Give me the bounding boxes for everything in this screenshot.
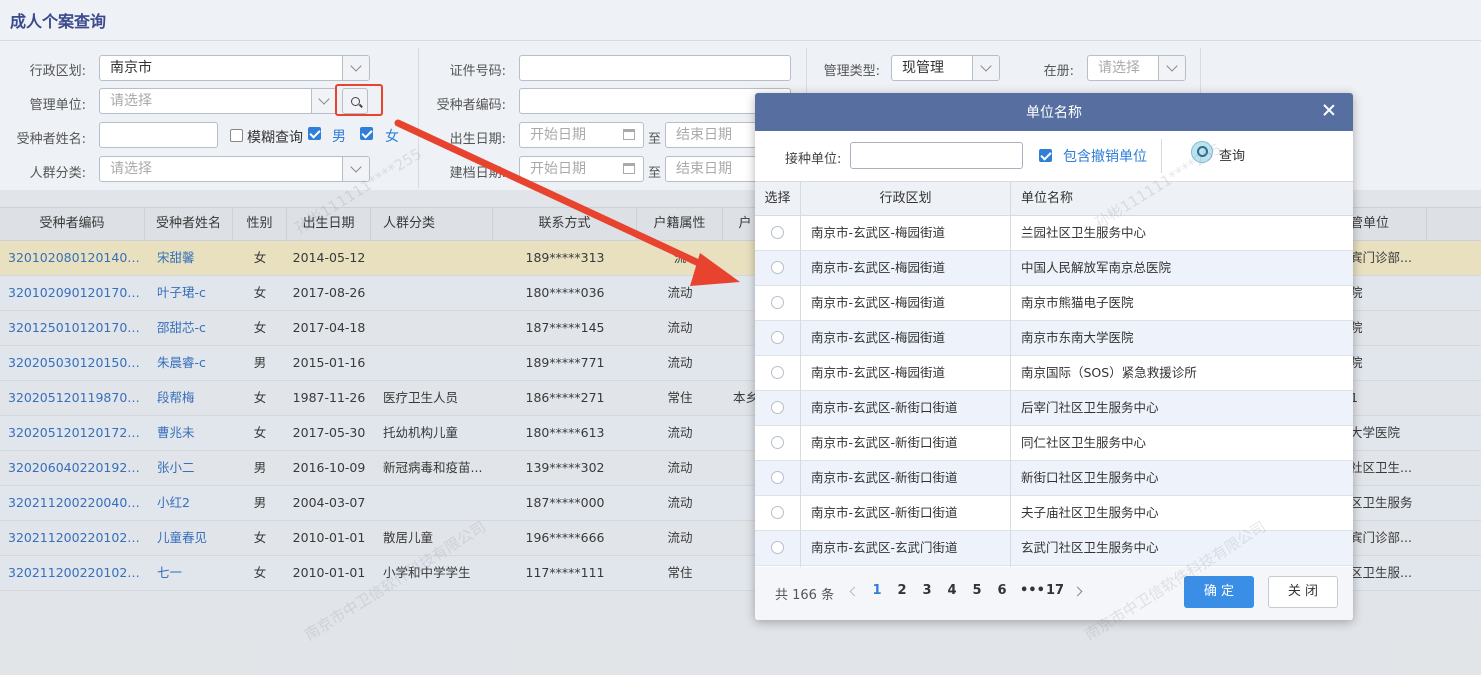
close-button[interactable]: 关 闭 <box>1268 576 1338 608</box>
select-radio[interactable] <box>771 436 784 449</box>
select-radio[interactable] <box>771 506 784 519</box>
select-radio[interactable] <box>771 401 784 414</box>
cell-unit-name: 同仁社区卫生服务中心 <box>1021 435 1147 450</box>
select-radio[interactable] <box>771 471 784 484</box>
cell-region: 南京市-玄武区-梅园街道 <box>811 295 946 310</box>
col-header-unit-name[interactable]: 单位名称 <box>1021 182 1321 215</box>
include-revoked-checkbox[interactable] <box>1039 149 1052 162</box>
cell-region: 南京市-玄武区-新街口街道 <box>811 470 958 485</box>
page-number[interactable]: 6 <box>995 583 1009 598</box>
cell-region: 南京市-玄武区-梅园街道 <box>811 330 946 345</box>
list-item[interactable]: 南京市-玄武区-梅园街道 南京市东南大学医院 <box>755 321 1353 356</box>
query-button[interactable]: 查询 <box>1219 145 1245 164</box>
chevron-right-icon[interactable] <box>1072 586 1083 597</box>
confirm-button[interactable]: 确 定 <box>1184 576 1254 608</box>
list-item[interactable]: 南京市-玄武区-新街口街道 新街口社区卫生服务中心 <box>755 461 1353 496</box>
chevron-left-icon[interactable] <box>849 586 860 597</box>
cell-unit-name: 南京市东南大学医院 <box>1021 330 1134 345</box>
dialog-title: 单位名称 <box>1026 105 1082 121</box>
list-item[interactable]: 南京市-玄武区-梅园街道 兰园社区卫生服务中心 <box>755 216 1353 251</box>
vaccination-unit-label: 接种单位: <box>785 152 842 167</box>
col-header-select: 选择 <box>764 191 791 206</box>
page-number[interactable]: 1 <box>870 583 884 598</box>
list-item[interactable]: 南京市-玄武区-梅园街道 南京国际（SOS）紧急救援诊所 <box>755 356 1353 391</box>
page-number[interactable]: 5 <box>970 583 984 598</box>
list-item[interactable]: 南京市-玄武区-新街口街道 同仁社区卫生服务中心 <box>755 426 1353 461</box>
pagination-ellipsis[interactable]: ••• <box>1020 583 1045 598</box>
select-radio[interactable] <box>771 331 784 344</box>
select-radio[interactable] <box>771 541 784 554</box>
cell-unit-name: 夫子庙社区卫生服务中心 <box>1021 505 1159 520</box>
list-item[interactable]: 南京市-玄武区-梅园街道 南京市熊猫电子医院 <box>755 286 1353 321</box>
cell-region: 南京市-玄武区-梅园街道 <box>811 260 946 275</box>
cell-unit-name: 新街口社区卫生服务中心 <box>1021 470 1159 485</box>
list-item[interactable]: 南京市-玄武区-梅园街道 中国人民解放军南京总医院 <box>755 251 1353 286</box>
cell-unit-name: 南京国际（SOS）紧急救援诊所 <box>1021 365 1197 380</box>
close-icon[interactable] <box>1321 103 1337 119</box>
select-radio[interactable] <box>771 226 784 239</box>
select-radio[interactable] <box>771 261 784 274</box>
cell-region: 南京市-玄武区-新街口街道 <box>811 505 958 520</box>
cell-unit-name: 中国人民解放军南京总医院 <box>1021 260 1172 275</box>
cell-region: 南京市-玄武区-新街口街道 <box>811 435 958 450</box>
list-item[interactable]: 南京市-玄武区-玄武门街道 玄武门社区卫生服务中心 <box>755 531 1353 566</box>
cell-region: 南京市-玄武区-梅园街道 <box>811 225 946 240</box>
page-number[interactable]: 3 <box>920 583 934 598</box>
column-divider <box>800 181 801 567</box>
unit-table-header: 选择 行政区划 单位名称 <box>755 181 1353 216</box>
cell-region: 南京市-玄武区-梅园街道 <box>811 365 946 380</box>
include-revoked-label: 包含撤销单位 <box>1063 149 1147 165</box>
page-number[interactable]: 2 <box>895 583 909 598</box>
cell-region: 南京市-玄武区-玄武门街道 <box>811 540 958 555</box>
cell-unit-name: 南京市熊猫电子医院 <box>1021 295 1134 310</box>
cell-region: 南京市-玄武区-新街口街道 <box>811 400 958 415</box>
page-number[interactable]: 4 <box>945 583 959 598</box>
cell-unit-name: 后宰门社区卫生服务中心 <box>1021 400 1159 415</box>
list-item[interactable]: 南京市-玄武区-新街口街道 夫子庙社区卫生服务中心 <box>755 496 1353 531</box>
toolbar-divider <box>1161 139 1162 173</box>
vaccination-unit-input[interactable] <box>850 142 1023 169</box>
column-divider <box>1010 181 1011 567</box>
col-header-region[interactable]: 行政区划 <box>801 182 1010 215</box>
total-count: 共 166 条 <box>775 588 835 603</box>
select-radio[interactable] <box>771 296 784 309</box>
search-icon[interactable] <box>1191 141 1213 163</box>
list-item[interactable]: 南京市-玄武区-新街口街道 后宰门社区卫生服务中心 <box>755 391 1353 426</box>
cell-unit-name: 兰园社区卫生服务中心 <box>1021 225 1147 240</box>
dialog-header: 单位名称 <box>755 93 1353 131</box>
dialog-footer: 共 166 条 1 2 3 4 5 6 ••• 17 确 定 关 闭 <box>755 567 1353 620</box>
select-radio[interactable] <box>771 366 784 379</box>
cell-unit-name: 玄武门社区卫生服务中心 <box>1021 540 1159 555</box>
unit-select-dialog: 单位名称 接种单位: 包含撤销单位 查询 选择 行政区划 单位名称 南京市-玄武… <box>755 93 1353 620</box>
page-number[interactable]: 17 <box>1046 583 1064 598</box>
